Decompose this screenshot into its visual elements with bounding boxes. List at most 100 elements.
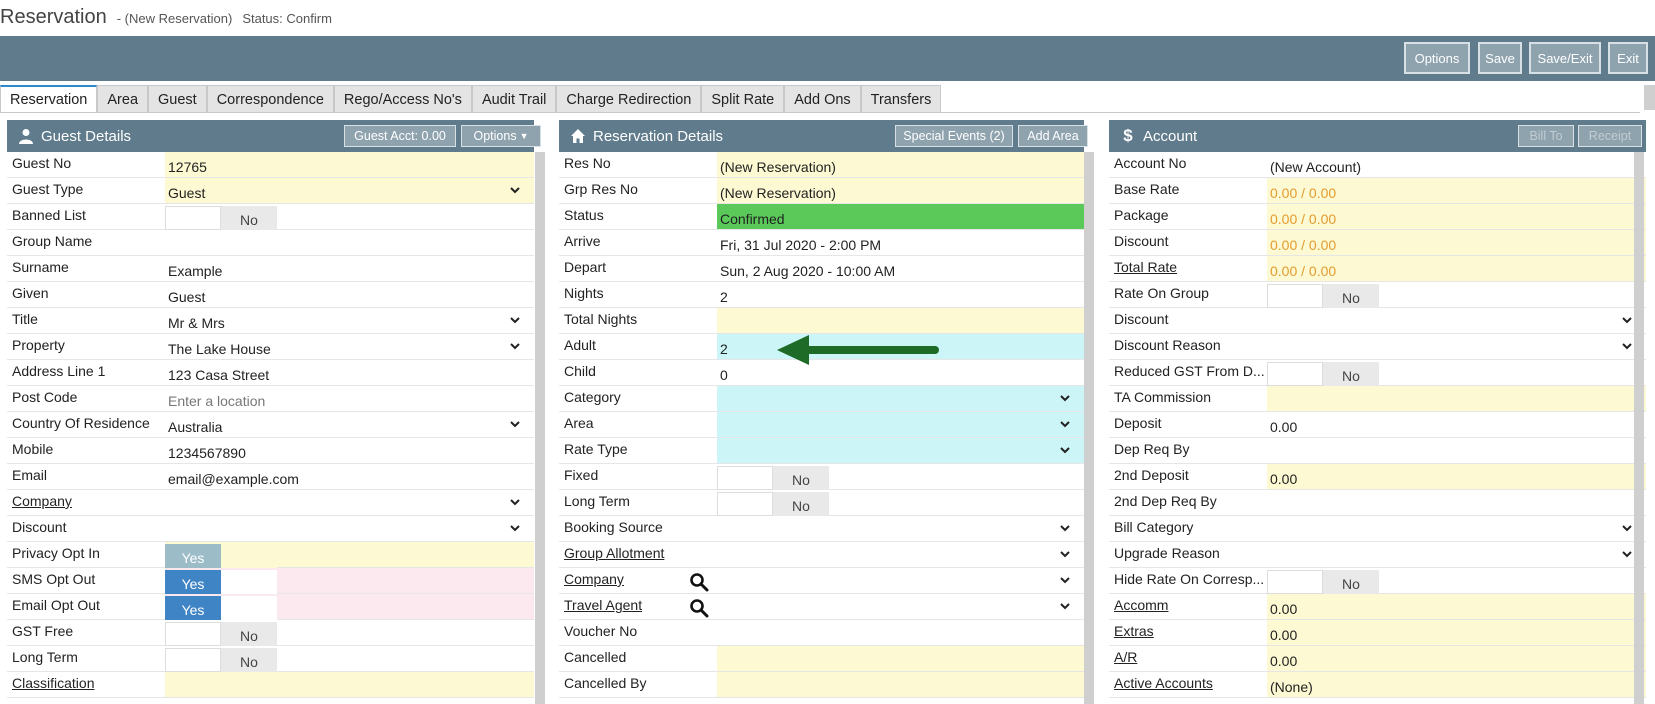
acct-active-accounts-label[interactable]: Active Accounts xyxy=(1109,672,1267,697)
res-res-no-field[interactable]: (New Reservation) xyxy=(717,152,1084,177)
guest-country-of-residence-field[interactable]: Australia xyxy=(165,412,534,437)
guest-address-line-1-field[interactable]: 123 Casa Street xyxy=(165,360,534,385)
toggle-switch[interactable]: Yes xyxy=(165,596,277,620)
acct-accomm-label[interactable]: Accomm xyxy=(1109,594,1267,619)
toggle-switch[interactable]: No xyxy=(717,466,829,490)
guest-mobile-field[interactable]: 1234567890 xyxy=(165,438,534,463)
receipt-button[interactable]: Receipt xyxy=(1578,125,1642,147)
acct-discount-field[interactable]: 0.00 / 0.00 xyxy=(1267,230,1646,255)
toggle-switch[interactable]: No xyxy=(1267,570,1379,594)
options-button[interactable]: Options xyxy=(1404,42,1470,74)
guest-acct-button[interactable]: Guest Acct: 0.00 xyxy=(344,125,456,147)
search-icon[interactable] xyxy=(689,572,709,592)
guest-surname-field[interactable]: Example xyxy=(165,256,534,281)
guest-guest-no-field[interactable]: 12765 xyxy=(165,152,534,177)
guest-company-field[interactable] xyxy=(165,490,534,515)
acct-total-rate-field[interactable]: 0.00 / 0.00 xyxy=(1267,256,1646,281)
res-depart-field[interactable]: Sun, 2 Aug 2020 - 10:00 AM xyxy=(717,256,1084,281)
guest-guest-type-field[interactable]: Guest xyxy=(165,178,534,203)
tab-reservation[interactable]: Reservation xyxy=(0,85,98,113)
res-company-field[interactable] xyxy=(717,568,1084,593)
acct-active-accounts-field[interactable]: (None) xyxy=(1267,672,1646,697)
acct-total-rate-label[interactable]: Total Rate xyxy=(1109,256,1267,281)
acct-2nd-dep-req-by-field[interactable] xyxy=(1267,490,1646,515)
search-icon[interactable] xyxy=(689,598,709,618)
guest-banned-list-field[interactable]: No xyxy=(165,204,534,230)
res-total-nights-field[interactable] xyxy=(717,308,1084,333)
toggle-switch[interactable]: No xyxy=(1267,362,1379,386)
res-fixed-field[interactable]: No xyxy=(717,464,1084,490)
account-panel-scrollbar[interactable] xyxy=(1634,152,1644,704)
acct-upgrade-reason-field[interactable] xyxy=(1267,542,1646,567)
res-group-allotment-field[interactable] xyxy=(717,542,1084,567)
guest-options-button[interactable]: Options ▼ xyxy=(461,125,541,147)
res-panel-scrollbar[interactable] xyxy=(1084,152,1094,704)
tab-correspondence[interactable]: Correspondence xyxy=(206,85,334,113)
guest-given-field[interactable]: Guest xyxy=(165,282,534,307)
tab-split-rate[interactable]: Split Rate xyxy=(701,85,785,113)
save-button[interactable]: Save xyxy=(1478,42,1522,74)
acct-account-no-field[interactable]: (New Account) xyxy=(1267,152,1646,177)
guest-long-term-field[interactable]: No xyxy=(165,646,534,672)
toggle-switch[interactable]: Yes xyxy=(165,544,277,568)
guest-privacy-opt-in-field[interactable]: Yes xyxy=(165,542,534,568)
toggle-switch[interactable]: No xyxy=(165,622,277,646)
acct-dep-req-by-field[interactable] xyxy=(1267,438,1646,463)
acct-package-field[interactable]: 0.00 / 0.00 xyxy=(1267,204,1646,229)
res-rate-type-field[interactable] xyxy=(717,438,1084,463)
res-cancelled-by-field[interactable] xyxy=(717,672,1084,697)
tab-guest[interactable]: Guest xyxy=(148,85,207,113)
res-category-field[interactable] xyxy=(717,386,1084,411)
tab-audit-trail[interactable]: Audit Trail xyxy=(471,85,557,113)
acct-accomm-field[interactable]: 0.00 xyxy=(1267,594,1646,619)
acct-base-rate-field[interactable]: 0.00 / 0.00 xyxy=(1267,178,1646,203)
toggle-switch[interactable]: No xyxy=(165,206,277,230)
toggle-switch[interactable]: No xyxy=(165,648,277,672)
exit-button[interactable]: Exit xyxy=(1608,42,1648,74)
acct-discount-field[interactable] xyxy=(1267,308,1646,333)
acct-rate-on-group-field[interactable]: No xyxy=(1267,282,1646,308)
tab-charge-redirection[interactable]: Charge Redirection xyxy=(556,85,702,113)
acct-extras-field[interactable]: 0.00 xyxy=(1267,620,1646,645)
guest-sms-opt-out-field[interactable]: Yes xyxy=(165,568,534,594)
acct-reduced-gst-from-d-field[interactable]: No xyxy=(1267,360,1646,386)
res-arrive-field[interactable]: Fri, 31 Jul 2020 - 2:00 PM xyxy=(717,230,1084,255)
add-area-button[interactable]: Add Area xyxy=(1018,125,1088,147)
acct-2nd-deposit-field[interactable]: 0.00 xyxy=(1267,464,1646,489)
page-scrollbar[interactable] xyxy=(1644,85,1655,110)
save-exit-button[interactable]: Save/Exit xyxy=(1529,42,1601,74)
guest-post-code-field[interactable]: Enter a location xyxy=(165,386,534,411)
acct-ta-commission-field[interactable] xyxy=(1267,386,1646,411)
guest-panel-scrollbar[interactable] xyxy=(535,152,545,704)
acct-extras-label[interactable]: Extras xyxy=(1109,620,1267,645)
bill-to-button[interactable]: Bill To xyxy=(1518,125,1574,147)
tab-add-ons[interactable]: Add Ons xyxy=(784,85,861,113)
guest-property-field[interactable]: The Lake House xyxy=(165,334,534,359)
res-group-allotment-label[interactable]: Group Allotment xyxy=(559,542,717,567)
acct-hide-rate-on-corresp-field[interactable]: No xyxy=(1267,568,1646,594)
guest-email-opt-out-field[interactable]: Yes xyxy=(165,594,534,620)
tab-area[interactable]: Area xyxy=(97,85,149,113)
acct-a-r-field[interactable]: 0.00 xyxy=(1267,646,1646,671)
guest-classification-label[interactable]: Classification xyxy=(7,672,165,697)
toggle-switch[interactable]: No xyxy=(1267,284,1379,308)
res-long-term-field[interactable]: No xyxy=(717,490,1084,516)
guest-gst-free-field[interactable]: No xyxy=(165,620,534,646)
res-booking-source-field[interactable] xyxy=(717,516,1084,541)
res-voucher-no-field[interactable] xyxy=(717,620,1084,645)
acct-deposit-field[interactable]: 0.00 xyxy=(1267,412,1646,437)
guest-company-label[interactable]: Company xyxy=(7,490,165,515)
res-grp-res-no-field[interactable]: (New Reservation) xyxy=(717,178,1084,203)
acct-bill-category-field[interactable] xyxy=(1267,516,1646,541)
guest-group-name-field[interactable] xyxy=(165,230,534,255)
guest-title-field[interactable]: Mr & Mrs xyxy=(165,308,534,333)
acct-a-r-label[interactable]: A/R xyxy=(1109,646,1267,671)
res-area-field[interactable] xyxy=(717,412,1084,437)
res-travel-agent-field[interactable] xyxy=(717,594,1084,619)
toggle-switch[interactable]: Yes xyxy=(165,570,277,594)
guest-classification-field[interactable] xyxy=(165,672,534,697)
tab-rego[interactable]: Rego/Access No's xyxy=(333,85,472,113)
acct-discount-reason-field[interactable] xyxy=(1267,334,1646,359)
res-cancelled-field[interactable] xyxy=(717,646,1084,671)
guest-discount-field[interactable] xyxy=(165,516,534,541)
